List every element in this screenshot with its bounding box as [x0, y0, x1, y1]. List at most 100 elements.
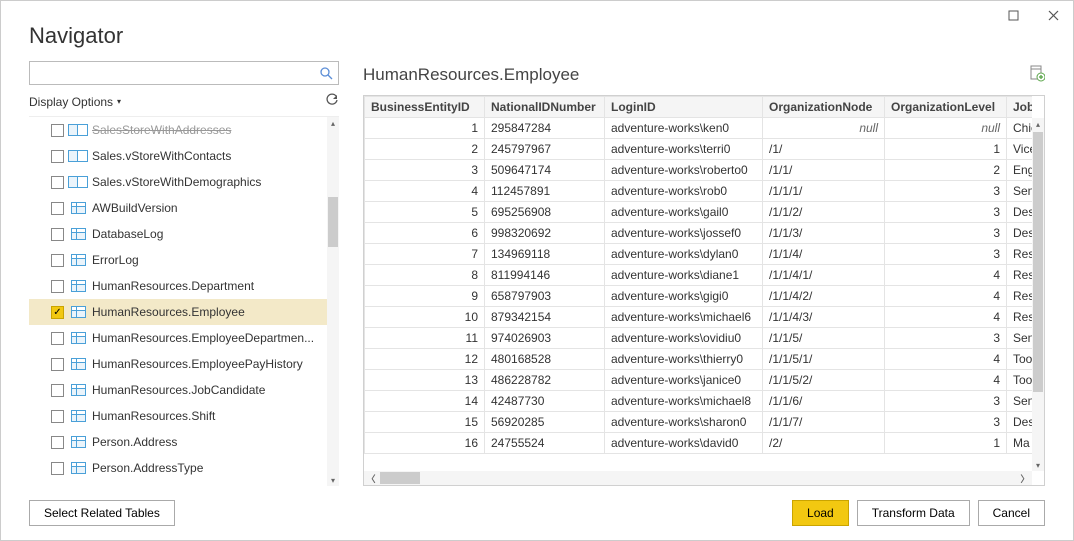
- column-header[interactable]: OrganizationLevel: [885, 97, 1007, 118]
- column-header[interactable]: BusinessEntityID: [365, 97, 485, 118]
- scroll-down-icon[interactable]: ▾: [327, 474, 339, 486]
- tree-item[interactable]: HumanResources.Department: [29, 273, 327, 299]
- checkbox[interactable]: ✓: [51, 306, 64, 319]
- table-row[interactable]: 1624755524adventure-works\david0/2/1Ma: [365, 433, 1033, 454]
- titlebar: Navigator: [1, 1, 1073, 61]
- table-row[interactable]: 13486228782adventure-works\janice0/1/1/5…: [365, 370, 1033, 391]
- tree-item[interactable]: Person.Address: [29, 429, 327, 455]
- checkbox[interactable]: [51, 332, 64, 345]
- data-grid[interactable]: BusinessEntityIDNationalIDNumberLoginIDO…: [363, 95, 1045, 486]
- cell: /1/1/4/1/: [763, 265, 885, 286]
- cell: 974026903: [485, 328, 605, 349]
- table-icon: [70, 409, 86, 423]
- add-column-button[interactable]: [1030, 65, 1045, 85]
- column-header[interactable]: NationalIDNumber: [485, 97, 605, 118]
- table-row[interactable]: 1556920285adventure-works\sharon0/1/1/7/…: [365, 412, 1033, 433]
- select-related-tables-button[interactable]: Select Related Tables: [29, 500, 175, 526]
- checkbox[interactable]: [51, 462, 64, 475]
- table-row[interactable]: 12480168528adventure-works\thierry0/1/1/…: [365, 349, 1033, 370]
- search-box[interactable]: [29, 61, 339, 85]
- tree-item[interactable]: SalesStoreWithAddresses: [29, 117, 327, 143]
- cell: /2/: [763, 433, 885, 454]
- maximize-button[interactable]: [993, 1, 1033, 29]
- transform-data-button[interactable]: Transform Data: [857, 500, 970, 526]
- tree-item[interactable]: ErrorLog: [29, 247, 327, 273]
- table-row[interactable]: 7134969118adventure-works\dylan0/1/1/4/3…: [365, 244, 1033, 265]
- object-tree[interactable]: SalesStoreWithAddresses Sales.vStoreWithC…: [29, 117, 327, 486]
- table-row[interactable]: 11974026903adventure-works\ovidiu0/1/1/5…: [365, 328, 1033, 349]
- tree-item[interactable]: Person.AddressType: [29, 455, 327, 481]
- close-button[interactable]: [1033, 1, 1073, 29]
- cell: Too: [1007, 349, 1033, 370]
- table-row[interactable]: 8811994146adventure-works\diane1/1/1/4/1…: [365, 265, 1033, 286]
- tree-scrollbar[interactable]: ▴ ▾: [327, 117, 339, 486]
- cell: adventure-works\gigi0: [605, 286, 763, 307]
- grid-scroll-right-icon[interactable]: 〉: [1018, 472, 1032, 485]
- column-header[interactable]: OrganizationNode: [763, 97, 885, 118]
- table-row[interactable]: 6998320692adventure-works\jossef0/1/1/3/…: [365, 223, 1033, 244]
- tree-item[interactable]: DatabaseLog: [29, 221, 327, 247]
- grid-vertical-scrollbar[interactable]: ▴ ▾: [1032, 118, 1044, 471]
- tree-wrap: SalesStoreWithAddresses Sales.vStoreWithC…: [29, 116, 339, 486]
- table-row[interactable]: 1442487730adventure-works\michael8/1/1/6…: [365, 391, 1033, 412]
- column-header[interactable]: JobTitle: [1007, 97, 1033, 118]
- display-options-dropdown[interactable]: Display Options ▾: [29, 95, 121, 109]
- search-input[interactable]: [30, 64, 314, 82]
- tree-item[interactable]: Sales.vStoreWithDemographics: [29, 169, 327, 195]
- checkbox[interactable]: [51, 410, 64, 423]
- checkbox[interactable]: [51, 228, 64, 241]
- tree-item[interactable]: HumanResources.EmployeeDepartmen...: [29, 325, 327, 351]
- tree-item[interactable]: HumanResources.EmployeePayHistory: [29, 351, 327, 377]
- column-header[interactable]: LoginID: [605, 97, 763, 118]
- checkbox[interactable]: [51, 150, 64, 163]
- tree-item[interactable]: ✓HumanResources.Employee: [29, 299, 327, 325]
- checkbox[interactable]: [51, 124, 64, 137]
- tree-item-label: Sales.vStoreWithDemographics: [92, 175, 327, 189]
- cell: /1/1/5/1/: [763, 349, 885, 370]
- cell: 1: [885, 433, 1007, 454]
- scroll-thumb[interactable]: [328, 197, 338, 247]
- cell: 1: [365, 118, 485, 139]
- table-row[interactable]: 4112457891adventure-works\rob0/1/1/1/3Se…: [365, 181, 1033, 202]
- cell: adventure-works\rob0: [605, 181, 763, 202]
- grid-scroll-thumb-h[interactable]: [380, 472, 420, 484]
- cell: 480168528: [485, 349, 605, 370]
- grid-scroll-down-icon[interactable]: ▾: [1032, 459, 1044, 471]
- cancel-button[interactable]: Cancel: [978, 500, 1045, 526]
- grid-horizontal-scrollbar[interactable]: 〈 〉: [364, 471, 1032, 485]
- checkbox[interactable]: [51, 176, 64, 189]
- table-row[interactable]: 10879342154adventure-works\michael6/1/1/…: [365, 307, 1033, 328]
- checkbox[interactable]: [51, 280, 64, 293]
- cell: 11: [365, 328, 485, 349]
- checkbox[interactable]: [51, 384, 64, 397]
- view-icon: [70, 149, 86, 163]
- checkbox[interactable]: [51, 254, 64, 267]
- tree-item-label: SalesStoreWithAddresses: [92, 123, 327, 137]
- refresh-button[interactable]: [325, 93, 339, 110]
- grid-scroll-thumb-v[interactable]: [1033, 132, 1043, 392]
- grid-scroll-left-icon[interactable]: 〈: [364, 472, 378, 485]
- cell: 2: [885, 160, 1007, 181]
- cell: 3: [885, 223, 1007, 244]
- table-row[interactable]: 3509647174adventure-works\roberto0/1/1/2…: [365, 160, 1033, 181]
- tree-item[interactable]: HumanResources.JobCandidate: [29, 377, 327, 403]
- grid-scroll-up-icon[interactable]: ▴: [1032, 118, 1044, 130]
- checkbox[interactable]: [51, 358, 64, 371]
- table-row[interactable]: 2245797967adventure-works\terri0/1/1Vice: [365, 139, 1033, 160]
- tree-item[interactable]: Sales.vStoreWithContacts: [29, 143, 327, 169]
- content: Display Options ▾ SalesStoreWithAddresse…: [1, 61, 1073, 486]
- cell: Chie: [1007, 118, 1033, 139]
- search-icon[interactable]: [314, 67, 338, 80]
- checkbox[interactable]: [51, 436, 64, 449]
- tree-item[interactable]: HumanResources.Shift: [29, 403, 327, 429]
- left-pane: Display Options ▾ SalesStoreWithAddresse…: [29, 61, 339, 486]
- table-row[interactable]: 1295847284adventure-works\ken0nullnullCh…: [365, 118, 1033, 139]
- tree-item[interactable]: AWBuildVersion: [29, 195, 327, 221]
- table-row[interactable]: 5695256908adventure-works\gail0/1/1/2/3D…: [365, 202, 1033, 223]
- table-row[interactable]: 9658797903adventure-works\gigi0/1/1/4/2/…: [365, 286, 1033, 307]
- cell: 509647174: [485, 160, 605, 181]
- load-button[interactable]: Load: [792, 500, 849, 526]
- scroll-up-icon[interactable]: ▴: [327, 117, 339, 129]
- checkbox[interactable]: [51, 202, 64, 215]
- cell: 10: [365, 307, 485, 328]
